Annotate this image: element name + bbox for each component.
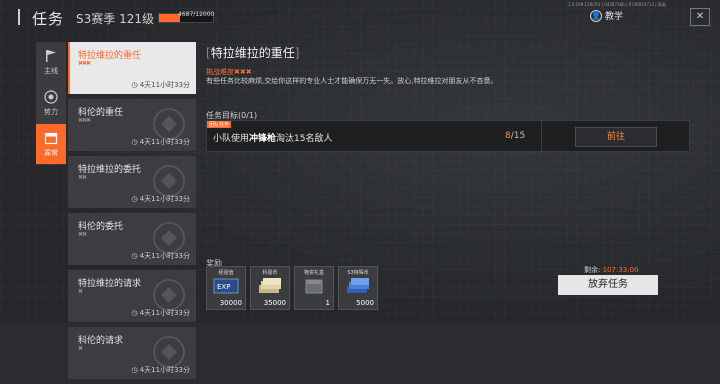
supply-box-icon [305, 279, 323, 294]
quest-name: 科伦的请求 [78, 336, 124, 346]
quest-stars: ✖✖ [78, 231, 87, 238]
quest-time: ◷ 4天11小时33分 [131, 309, 190, 317]
faction-emblem-icon [153, 279, 185, 311]
goal-progress: 8/15 [505, 131, 526, 141]
quest-card[interactable]: 特拉维拉的委托 ✖✖ ◷ 4天11小时33分 [68, 156, 196, 208]
token-stack-icon [347, 278, 369, 293]
quest-card[interactable]: 科伦的委托 ✖✖ ◷ 4天11小时33分 [68, 213, 196, 265]
quest-stars: ✖ [78, 288, 83, 295]
nav-item-faction[interactable]: 势力 [36, 83, 66, 124]
quest-card[interactable]: 特拉维拉的重任 ✖✖✖ ◷ 4天11小时33分 [68, 42, 196, 94]
person-icon: 👤 [590, 9, 602, 22]
svg-text:EXP: EXP [217, 283, 230, 291]
xp-text: 4687/12000 [178, 11, 215, 18]
reward-item[interactable]: 经验值 EXP 30000 [206, 266, 246, 310]
quest-time: ◷ 4天11小时33分 [131, 195, 190, 203]
remaining-time: 剩余: 107:33:00 [584, 266, 639, 274]
close-button[interactable]: ✕ [690, 8, 710, 26]
team-task-badge: 团队任务 [207, 121, 232, 128]
exp-card-icon: EXP [213, 278, 239, 294]
category-nav: 主线 势力 周常 [36, 42, 66, 165]
quest-name: 特拉维拉的委托 [78, 165, 142, 175]
build-info: 1.0.199.128(70) | 04287286 | 0736924713 … [568, 2, 666, 7]
back-bar-icon[interactable] [14, 9, 28, 25]
flag-icon [46, 49, 56, 62]
goal-row: 团队任务 小队使用冲锋枪淘汰15名敌人 8/15 前往 [206, 120, 690, 152]
quest-time: ◷ 4天11小时33分 [131, 81, 190, 89]
calendar-icon [44, 132, 58, 144]
divider [541, 121, 542, 151]
xp-progress-fill [159, 14, 181, 22]
abandon-quest-button[interactable]: 放弃任务 [558, 275, 658, 295]
faction-emblem-icon [153, 336, 185, 368]
quest-card[interactable]: 特拉维拉的请求 ✖ ◷ 4天11小时33分 [68, 270, 196, 322]
goto-button[interactable]: 前往 [575, 127, 657, 147]
faction-icon [44, 89, 58, 104]
top-bar: 任务 S3赛季 121级 4687/12000 1.0.199.128(70) … [0, 0, 720, 34]
quest-name: 特拉维拉的请求 [78, 279, 142, 289]
quest-list: 特拉维拉的重任 ✖✖✖ ◷ 4天11小时33分 科伦的重任 ✖✖✖ ◷ 4天11… [68, 42, 196, 384]
quest-time: ◷ 4天11小时33分 [131, 138, 190, 146]
quest-card[interactable]: 科伦的请求 ✖ ◷ 4天11小时33分 [68, 327, 196, 379]
quest-time: ◷ 4天11小时33分 [131, 366, 190, 374]
quest-stars: ✖ [78, 345, 83, 352]
quest-description: 有些任务比较麻烦,交给你这样的专业人士才能确保万无一失。放心,特拉维拉对朋友从不… [206, 77, 498, 85]
quest-stars: ✖✖ [78, 174, 87, 181]
detail-title: [特拉维拉的重任] [206, 46, 300, 60]
rewards-list: 经验值 EXP 30000 科恩币 35000 物资礼盒 1 S3特殊币 500… [206, 266, 378, 310]
season-level: S3赛季 121级 [76, 12, 154, 26]
quest-card[interactable]: 科伦的重任 ✖✖✖ ◷ 4天11小时33分 [68, 99, 196, 151]
faction-emblem-icon [153, 108, 185, 140]
reward-item[interactable]: 物资礼盒 1 [294, 266, 334, 310]
tutorial-button[interactable]: 👤 教学 [590, 9, 623, 22]
page-title: 任务 [32, 10, 65, 28]
cash-stack-icon [259, 278, 281, 293]
reward-item[interactable]: S3特殊币 5000 [338, 266, 378, 310]
quest-stars: ✖✖✖ [78, 60, 91, 67]
nav-item-main[interactable]: 主线 [36, 42, 66, 83]
goal-text: 小队使用冲锋枪淘汰15名敌人 [213, 134, 333, 144]
reward-item[interactable]: 科恩币 35000 [250, 266, 290, 310]
faction-emblem-icon [153, 165, 185, 197]
nav-item-weekly[interactable]: 周常 [36, 124, 66, 165]
quest-time: ◷ 4天11小时33分 [131, 252, 190, 260]
quest-stars: ✖✖✖ [78, 117, 91, 124]
faction-emblem-icon [153, 222, 185, 254]
